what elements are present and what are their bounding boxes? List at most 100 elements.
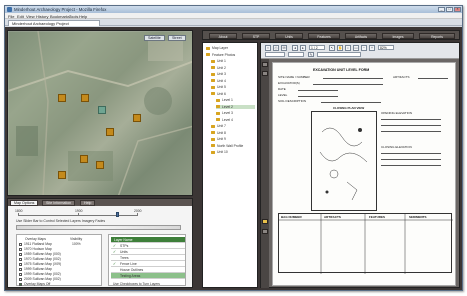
tree-item[interactable]: Map Layer xyxy=(206,46,255,50)
bookmarks-panel-icon[interactable] xyxy=(262,71,268,76)
hand-tool-icon[interactable]: ✋ xyxy=(337,45,343,51)
fit-page-icon[interactable]: ▭ xyxy=(353,45,359,51)
layer-checkbox[interactable] xyxy=(112,256,117,260)
artifacts-button[interactable]: Artifacts xyxy=(345,33,377,39)
unit-marker[interactable] xyxy=(106,128,114,136)
next-page-icon[interactable]: ▸ xyxy=(300,45,306,51)
tree-item[interactable]: Unit 7 xyxy=(211,124,255,128)
attachments-icon[interactable] xyxy=(262,219,268,224)
street-mode-button[interactable]: Street xyxy=(168,35,186,41)
sign-dropdown[interactable] xyxy=(288,52,304,57)
tree-item[interactable]: Unit 4 xyxy=(211,79,255,83)
collaborate-dropdown[interactable] xyxy=(265,52,285,57)
overlay-map-item[interactable]: 1970 Sullivan Map (002) xyxy=(19,257,61,261)
zoom-field[interactable]: 82% xyxy=(378,45,394,50)
tree-item[interactable]: Level 3 xyxy=(216,111,255,115)
tree-item[interactable]: Unit 2 xyxy=(211,66,255,70)
zoom-out-icon[interactable]: − xyxy=(361,45,367,51)
previous-page-icon[interactable]: ◂ xyxy=(292,45,298,51)
layer-checkbox[interactable] xyxy=(112,268,117,272)
overlay-map-item[interactable]: 1975 Sullivan Map (X09) xyxy=(19,262,61,266)
tab-map-options[interactable]: Map Options xyxy=(10,200,39,206)
unit-marker[interactable] xyxy=(58,171,66,179)
stp-button[interactable]: STP xyxy=(242,33,270,39)
page-number-field[interactable]: 1 / 2 xyxy=(309,45,325,50)
layer-checkbox[interactable]: ✓ xyxy=(112,250,117,254)
overlay-map-item[interactable]: 1970 Hudson Map xyxy=(19,247,52,251)
overlay-map-checkbox[interactable] xyxy=(19,257,22,261)
overlay-map-item[interactable]: 1959 Sullivan Map (000) xyxy=(19,252,61,256)
unit-marker-selected[interactable] xyxy=(98,106,106,114)
tree-item[interactable]: Level 2 xyxy=(216,104,255,109)
close-button[interactable]: × xyxy=(454,7,461,12)
unit-marker[interactable] xyxy=(80,155,88,163)
overlay-map-checkbox[interactable] xyxy=(19,262,22,266)
tree-item[interactable]: Level 1 xyxy=(216,98,255,102)
find-field[interactable] xyxy=(317,52,361,57)
satellite-mode-button[interactable]: Satellite xyxy=(144,35,165,41)
layer-checkbox[interactable] xyxy=(112,274,117,278)
unit-marker[interactable] xyxy=(133,114,141,122)
unit-marker[interactable] xyxy=(58,94,66,102)
timeline-slider[interactable]: 1800 1900 2000 xyxy=(15,209,142,218)
tree-item[interactable]: Unit 6 xyxy=(211,92,255,96)
tree-item[interactable]: Unit 5 xyxy=(211,85,255,89)
units-button[interactable]: Units xyxy=(275,33,303,39)
aerial-map[interactable]: Satellite Street xyxy=(7,30,193,196)
overlay-map-checkbox[interactable] xyxy=(19,272,22,276)
select-tool-icon[interactable]: ↖ xyxy=(329,45,335,51)
print-icon[interactable]: ⎙ xyxy=(273,45,279,51)
overlay-map-item[interactable]: 1999 Sullivan Map (002) xyxy=(19,272,61,276)
overlay-map-checkbox[interactable] xyxy=(19,267,22,271)
email-icon[interactable]: ✉ xyxy=(281,45,287,51)
overlay-map-checkbox[interactable] xyxy=(19,252,22,256)
pages-panel-icon[interactable] xyxy=(262,62,268,67)
tree-item[interactable]: Unit 8 xyxy=(211,131,255,135)
layer-checkbox[interactable]: ✓ xyxy=(112,244,117,248)
tree-item-label: Unit 5 xyxy=(217,85,226,89)
tree-item[interactable]: Unit 9 xyxy=(211,137,255,141)
zoom-tool-icon[interactable]: ⌕ xyxy=(345,45,351,51)
browser-tab[interactable]: Minderhout Archaeology Project xyxy=(8,20,100,26)
elevation-label: CLOSING ELEVATION xyxy=(381,145,412,149)
tree-item[interactable]: Feature Photos xyxy=(206,53,255,57)
form-field-label: DATE xyxy=(278,87,286,91)
tree-item[interactable]: Unit 3 xyxy=(211,72,255,76)
tab-strip: Minderhout Archaeology Project xyxy=(5,19,462,26)
overlay-map-item[interactable]: Overlay Maps Off xyxy=(19,282,50,286)
overlay-map-checkbox[interactable] xyxy=(19,247,22,251)
unit-marker[interactable] xyxy=(81,94,89,102)
tree-item[interactable]: Level 4 xyxy=(216,118,255,122)
comment-icon[interactable]: ✎ xyxy=(308,52,314,57)
images-button[interactable]: Images xyxy=(382,33,414,39)
layer-row[interactable]: Testing Areas xyxy=(111,273,185,279)
overlay-map-checkbox[interactable] xyxy=(19,242,22,246)
save-icon[interactable]: ▪ xyxy=(265,45,271,51)
comments-panel-icon[interactable] xyxy=(262,229,268,234)
overlay-map-checkbox[interactable] xyxy=(19,282,22,286)
zoom-in-icon[interactable]: + xyxy=(369,45,375,51)
overlay-map-item[interactable]: 1911 Flatland Map 100% xyxy=(19,242,81,246)
minimize-button[interactable]: _ xyxy=(438,7,445,12)
overlay-map-label: 1975 Sullivan Map (X09) xyxy=(24,262,62,266)
tree-item-label: Unit 3 xyxy=(217,72,226,76)
layer-checkbox[interactable]: ✓ xyxy=(112,262,117,266)
reports-button[interactable]: Reports xyxy=(419,33,455,39)
tab-site-information[interactable]: Site Information xyxy=(42,200,76,206)
tree-item[interactable]: Unit 10 xyxy=(211,150,255,154)
unit-marker[interactable] xyxy=(96,161,104,169)
overlay-map-label: 1970 Sullivan Map (002) xyxy=(24,257,61,261)
form-field-label: EXCAVATOR(S) xyxy=(278,81,300,85)
tab-help[interactable]: Help xyxy=(80,200,96,206)
tree-item[interactable]: Unit 1 xyxy=(211,59,255,63)
tree-item[interactable]: North Wall Profile xyxy=(211,144,255,148)
timeline-handle[interactable] xyxy=(115,212,119,217)
overlay-map-item[interactable]: 1999 Sullivan Map xyxy=(19,267,52,271)
overlay-map-checkbox[interactable] xyxy=(19,277,22,281)
maximize-button[interactable]: □ xyxy=(446,7,453,12)
about-button[interactable]: About xyxy=(209,33,237,39)
fade-slider[interactable] xyxy=(16,225,181,230)
features-button[interactable]: Features xyxy=(308,33,340,39)
closing-plan-label: CLOSING PLAN VIEW xyxy=(333,106,365,110)
overlay-map-item[interactable]: 2009 Sullivan Map (002) xyxy=(19,277,61,281)
